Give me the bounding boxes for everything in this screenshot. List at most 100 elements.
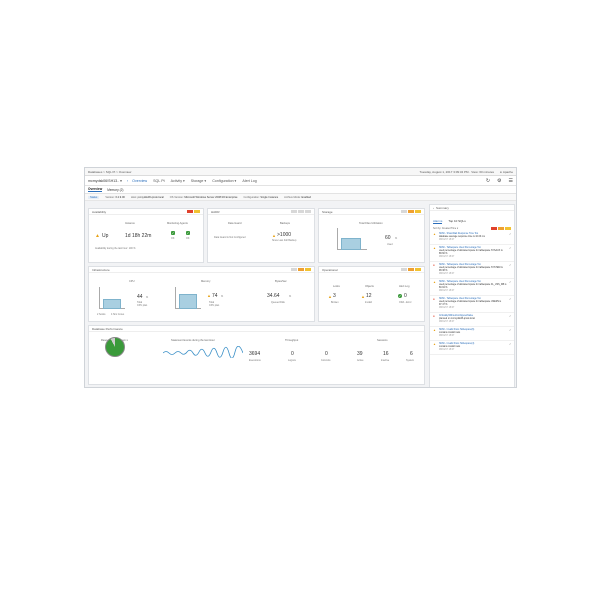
external-link-icon[interactable]: ↗ bbox=[509, 343, 511, 352]
refresh-icon[interactable]: ↻ bbox=[486, 178, 490, 184]
warning-flag[interactable] bbox=[194, 210, 200, 213]
logons-label: Logons bbox=[288, 359, 296, 362]
performance-panel: Database Performance Resource Breakdown … bbox=[88, 325, 425, 385]
sort-selector[interactable]: Sort by: Created Time ▾ bbox=[433, 227, 458, 230]
back-icon[interactable]: ‹ bbox=[127, 179, 128, 183]
external-link-icon[interactable]: ↗ bbox=[509, 264, 511, 276]
list-item[interactable]: ▲ SMSI - Tablespace Used Percentage Too u… bbox=[430, 279, 514, 296]
panel-header: Operational bbox=[319, 267, 424, 273]
warning-icon: ▲ bbox=[328, 294, 332, 299]
list-item[interactable]: ▲ SMSI - Invalid Fiscs Tablespace(4) cont… bbox=[430, 341, 514, 355]
alarm-title[interactable]: SMSI - ShareWait Response Time Too bbox=[439, 233, 478, 235]
cpu-sub2: CPU plan bbox=[137, 304, 148, 307]
sub-tabs: Overview Memory (2) bbox=[85, 186, 516, 194]
panel-title: Storage bbox=[322, 209, 333, 214]
alarm-title[interactable]: SMSI - Invalid Fiscs Tablespace(6) bbox=[439, 329, 474, 331]
flag[interactable] bbox=[291, 268, 297, 271]
list-item[interactable]: ▲ SMSI - Invalid Fiscs Tablespace(6) cont… bbox=[430, 327, 514, 341]
flag[interactable] bbox=[298, 210, 304, 213]
flag[interactable] bbox=[401, 268, 407, 271]
alarm-body: contains invalid rows bbox=[439, 332, 461, 334]
panel-title: Database Performance bbox=[92, 326, 123, 331]
list-item[interactable]: ● SMSI - Tablespace Used Percentage Too u… bbox=[430, 262, 514, 279]
nav-alert-log[interactable]: Alert Log bbox=[242, 179, 256, 183]
alarm-body: planned on mcmydsk06.qmsk.local bbox=[439, 318, 475, 320]
alarm-date: 08/01/17 15:07 bbox=[439, 307, 455, 309]
bytes-value: 34.64 bbox=[267, 293, 280, 299]
alarm-title[interactable]: SMSI - Tablespace Used Percentage Too bbox=[439, 247, 481, 249]
resource-pie-chart bbox=[105, 337, 125, 357]
menu-icon[interactable]: ☰ bbox=[509, 178, 513, 184]
alarm-date: 08/01/17 15:07 bbox=[439, 290, 455, 292]
gear-icon[interactable]: ⚙ bbox=[497, 178, 501, 184]
panel-header: HADR bbox=[208, 209, 314, 215]
external-link-icon[interactable]: ↗ bbox=[509, 247, 511, 259]
flag[interactable] bbox=[401, 210, 407, 213]
critical-flag[interactable] bbox=[187, 210, 193, 213]
agents-label: Monitoring Agents bbox=[167, 222, 188, 225]
flag[interactable] bbox=[291, 210, 297, 213]
list-item[interactable]: ● SMSI - Tablespace Used Percentage Too u… bbox=[430, 296, 514, 313]
warning-flag[interactable] bbox=[415, 210, 421, 213]
panel-title: Summary bbox=[436, 205, 449, 210]
system-sessions-value: 6 bbox=[410, 351, 413, 357]
instance-selector[interactable]: mcmydsk06\SH13.. ▾ bbox=[88, 179, 122, 183]
breadcrumb[interactable]: Databases > SQL Pt > Overview bbox=[88, 170, 131, 174]
critical-icon: ● bbox=[433, 263, 435, 267]
panel-title: Infrastructure bbox=[92, 267, 110, 272]
alarm-title[interactable]: SMSI - Invalid Fiscs Tablespace(4) bbox=[439, 343, 474, 345]
instance-label: Instance bbox=[125, 222, 135, 225]
tab-memory[interactable]: Memory (2) bbox=[107, 188, 123, 192]
tab-alarms[interactable]: Alarms bbox=[433, 219, 443, 224]
active-sessions-label: Active bbox=[357, 359, 364, 362]
user-name[interactable]: Apache bbox=[503, 170, 513, 174]
panel-title: HADR bbox=[211, 209, 220, 214]
memory-sub2: CPU plan bbox=[209, 304, 220, 307]
alert-log-sub: ORA - Error bbox=[399, 301, 412, 304]
major-filter[interactable] bbox=[498, 227, 504, 230]
list-item[interactable]: ▲ SMSI - ShareWait Response Time Too data… bbox=[430, 231, 514, 245]
tab-top-sqls[interactable]: Top 10 SQLs bbox=[448, 219, 465, 224]
storage-panel: Storage Total Files Utilization 60 % Use… bbox=[318, 208, 425, 263]
nav-sql-pt[interactable]: SQL Pt bbox=[153, 179, 164, 183]
external-link-icon[interactable]: ↗ bbox=[509, 281, 511, 293]
warning-flag[interactable] bbox=[408, 268, 414, 271]
alarm-title[interactable]: CriticalityWithoutConfiguredValue bbox=[439, 315, 473, 317]
nav-configuration[interactable]: Configuration ▾ bbox=[212, 179, 236, 183]
agent-b-status: OK bbox=[186, 237, 190, 240]
warning-flag[interactable] bbox=[305, 268, 311, 271]
cpu-value: 44 bbox=[137, 294, 143, 300]
top-bar: Databases > SQL Pt > Overview Tuesday, A… bbox=[85, 168, 516, 176]
summary-panel: ‹ Summary Alarms Top 10 SQLs Sort by: Cr… bbox=[429, 204, 515, 387]
version-value: 6.2.9.00 bbox=[115, 195, 125, 199]
critical-filter[interactable] bbox=[491, 227, 497, 230]
alarm-date: 08/01/17 15:07 bbox=[439, 256, 455, 258]
flag[interactable] bbox=[305, 210, 311, 213]
external-link-icon[interactable]: ↗ bbox=[509, 315, 511, 324]
objects-value: 12 bbox=[366, 293, 372, 299]
nav-activity[interactable]: Activity ▾ bbox=[171, 179, 185, 183]
warning-filter[interactable] bbox=[505, 227, 511, 230]
user-icon[interactable]: ● bbox=[500, 170, 502, 174]
commits-value: 0 bbox=[325, 351, 328, 357]
warning-flag[interactable] bbox=[415, 268, 421, 271]
cpu-unit: % bbox=[146, 296, 149, 299]
external-link-icon[interactable]: ↗ bbox=[509, 298, 511, 310]
check-icon: ✓ bbox=[171, 231, 175, 235]
alarm-title[interactable]: SMSI - Tablespace Used Percentage Too bbox=[439, 264, 481, 266]
warning-flag[interactable] bbox=[298, 268, 304, 271]
tab-overview[interactable]: Overview bbox=[88, 187, 103, 192]
cpu-cores: 4 Sim Cores bbox=[111, 313, 125, 316]
external-link-icon[interactable]: ↗ bbox=[509, 233, 511, 242]
alarm-body: used percentage of allocated space for t… bbox=[439, 250, 503, 255]
nav-storage[interactable]: Storage ▾ bbox=[191, 179, 206, 183]
alarm-title[interactable]: SMSI - Tablespace Used Percentage Too bbox=[439, 281, 481, 283]
alarm-title[interactable]: SMSI - Tablespace Used Percentage Too bbox=[439, 298, 481, 300]
collapse-icon[interactable]: ‹ bbox=[433, 206, 434, 210]
external-link-icon[interactable]: ↗ bbox=[509, 329, 511, 338]
list-item[interactable]: ● CriticalityWithoutConfiguredValue plann… bbox=[430, 313, 514, 327]
datetime-display: Tuesday, August 1, 2017 3:09:34 PM · Vie… bbox=[419, 169, 495, 174]
warning-flag[interactable] bbox=[408, 210, 414, 213]
list-item[interactable]: ▲ SMSI - Tablespace Used Percentage Too u… bbox=[430, 245, 514, 262]
nav-overview[interactable]: Overview bbox=[132, 179, 147, 183]
